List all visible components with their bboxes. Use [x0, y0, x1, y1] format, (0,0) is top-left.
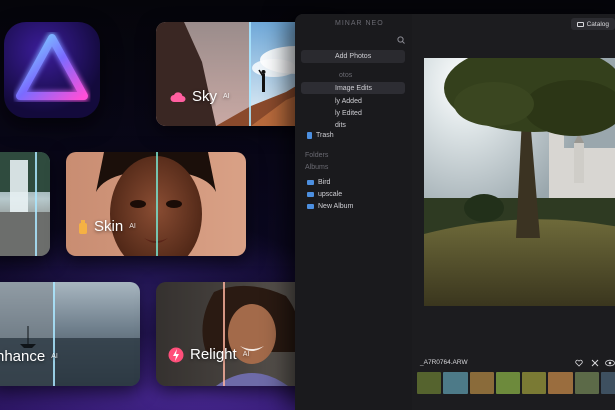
luminar-triangle-icon [14, 32, 90, 102]
catalog-icon [576, 21, 584, 27]
waterfall-scene [0, 152, 50, 256]
add-photos-label: Add Photos [335, 53, 372, 60]
relight-ai-tag: AI [242, 351, 250, 358]
heart-icon[interactable] [575, 359, 583, 367]
sidebar: MINAR NEO Add Photos otos Image Edits ly… [295, 14, 412, 410]
waterfall-card [0, 152, 50, 256]
filmstrip-thumb[interactable] [495, 372, 520, 394]
enhance-label-text: nhance [0, 348, 46, 365]
album-upscale[interactable]: upscale [307, 188, 342, 200]
album-icon [307, 191, 314, 197]
relight-label-text: Relight [190, 346, 237, 363]
trash-icon [307, 131, 312, 139]
enhance-ai-tag: AI [51, 353, 58, 360]
filename-label: _A7R0764.ARW [420, 359, 468, 366]
enhance-scene [0, 282, 140, 386]
luminar-app-icon [4, 22, 100, 118]
sidebar-item-edits[interactable]: dits [335, 119, 346, 131]
sidebar-item-label: ly Added [335, 97, 362, 105]
album-label: Bird [318, 178, 331, 186]
sidebar-item-label: Image Edits [335, 84, 372, 92]
promo-stage: Sky AI Skin AI nhance AI Relight AI MINA… [0, 0, 615, 410]
skin-card: Skin AI [66, 152, 246, 256]
app-window: MINAR NEO Add Photos otos Image Edits ly… [295, 14, 615, 410]
photos-section-label: otos [339, 72, 353, 79]
catalog-button[interactable]: Catalog [570, 18, 615, 30]
cloud-icon [170, 91, 186, 102]
sidebar-item-recently-edited[interactable]: ly Edited [335, 107, 362, 119]
enhance-card: nhance AI [0, 282, 140, 386]
albums-section-label: Albums [305, 164, 329, 171]
reject-icon[interactable] [591, 359, 599, 367]
enhance-label: nhance AI [0, 348, 58, 365]
filmstrip-thumb[interactable] [443, 372, 468, 394]
filmstrip-thumb[interactable] [522, 372, 547, 394]
filmstrip-thumb[interactable] [600, 372, 615, 394]
search-icon[interactable] [397, 36, 405, 44]
sidebar-item-label: Trash [316, 131, 334, 139]
album-label: upscale [318, 190, 343, 198]
sky-ai-tag: AI [223, 93, 230, 100]
catalog-label: Catalog [586, 20, 609, 28]
album-icon [307, 179, 314, 185]
skin-label: Skin AI [78, 218, 136, 235]
lotion-bottle-icon [79, 219, 87, 234]
relight-bolt-icon [168, 347, 184, 362]
sidebar-item-image-edits[interactable]: Image Edits [301, 82, 405, 94]
filmstrip-thumb[interactable] [417, 372, 442, 394]
sidebar-item-label: dits [335, 121, 346, 129]
filmstrip-thumb[interactable] [548, 372, 573, 394]
sidebar-item-recently-added[interactable]: ly Added [335, 95, 362, 107]
filmstrip-thumb[interactable] [574, 372, 599, 394]
sky-label-text: Sky [192, 88, 218, 105]
relight-label: Relight AI [168, 346, 249, 363]
album-bird[interactable]: Bird [307, 176, 330, 188]
app-title: MINAR NEO [335, 20, 384, 27]
add-photos-button[interactable]: Add Photos [301, 50, 405, 63]
skin-label-text: Skin [94, 218, 124, 235]
album-new-album[interactable]: New Album [307, 200, 353, 212]
main-photo[interactable] [424, 58, 615, 306]
sky-label: Sky AI [170, 88, 230, 105]
album-label: New Album [318, 202, 354, 210]
filmstrip-thumb[interactable] [469, 372, 494, 394]
album-icon [307, 203, 314, 209]
filmstrip [417, 372, 615, 394]
folders-section-label: Folders [305, 152, 329, 159]
eye-icon[interactable] [605, 359, 615, 367]
skin-ai-tag: AI [129, 223, 136, 230]
sidebar-item-trash[interactable]: Trash [307, 129, 334, 141]
castle-tree-photo [424, 58, 615, 306]
sidebar-item-label: ly Edited [335, 109, 362, 117]
